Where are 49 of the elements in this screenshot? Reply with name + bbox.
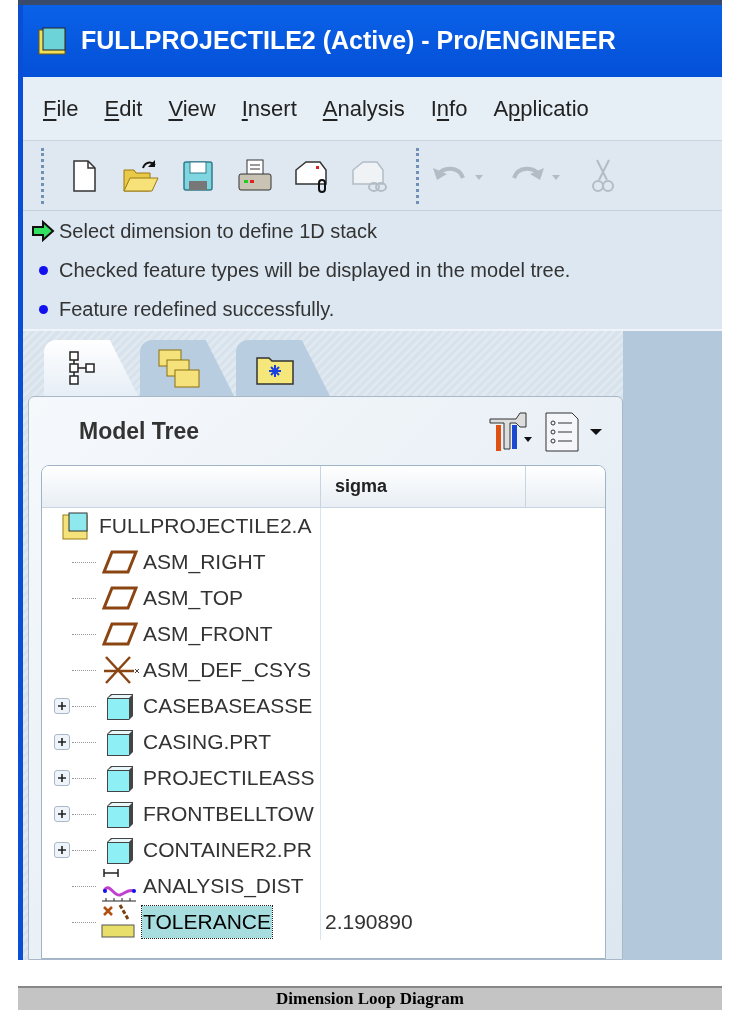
tree-item-label[interactable]: ASM_FRONT [142,618,274,650]
part-cube-icon [105,800,135,828]
part-cube-icon [105,764,135,792]
app-icon [37,26,69,56]
menu-item[interactable]: Analysis [322,92,405,125]
expand-toggle-icon[interactable] [54,842,70,858]
part-cube-icon [105,692,135,720]
menu-item[interactable]: File [43,92,79,125]
part-cube-icon [105,836,135,864]
assembly-icon [61,511,91,541]
panel-tab[interactable] [44,340,138,396]
tree-item-label[interactable]: CASING.PRT [142,726,272,758]
tree-item-label[interactable]: CONTAINER2.PR [142,834,313,866]
menu-item[interactable]: Applicatio [493,92,589,125]
datum-plane-icon [102,549,138,575]
datum-plane-icon [102,585,138,611]
folders-icon [157,346,201,390]
tree-item-label[interactable]: FULLPROJECTILE2.A [98,510,313,542]
expand-toggle-icon[interactable] [54,770,70,786]
message-text: Feature redefined successfully. [59,297,335,322]
tree-item-label[interactable]: CASEBASEASSE [142,690,314,722]
message-text: Checked feature types will be displayed in the model tree. [59,258,571,283]
menu-item[interactable]: Info [430,92,468,125]
menu-item[interactable]: Edit [104,92,143,125]
tree-structure-icon [68,350,98,386]
expand-toggle-icon[interactable] [54,734,70,750]
info-bullet-icon [38,265,48,275]
menu-item[interactable]: Insert [241,92,297,125]
window-title: FULLPROJECTILE2 (Active) - Pro/ENGINEER [81,25,616,57]
settings-tools-icon[interactable] [486,409,534,453]
caption-text: Dimension Loop Diagram [276,988,464,1011]
expand-toggle-icon[interactable] [54,698,70,714]
sigma-value: 2.190890 [325,909,413,936]
message-text: Select dimension to define 1D stack [59,219,377,244]
expand-toggle-icon[interactable] [54,806,70,822]
tree-item-label[interactable]: ASM_RIGHT [142,546,267,578]
menu-item[interactable]: View [168,92,216,125]
tree-item-label[interactable]: ASM_DEF_CSYS [142,654,313,686]
tree-item-label[interactable]: ANALYSIS_DIST [142,870,305,902]
tree-item-label[interactable]: FRONTBELLTOW [142,798,315,830]
prompt-arrow-icon [31,220,55,242]
tree-item-label[interactable]: ASM_TOP [142,582,244,614]
part-cube-icon [105,728,135,756]
panel-title: Model Tree [79,416,200,446]
datum-plane-icon [102,621,138,647]
panel-tab[interactable] [236,340,330,396]
tree-item-label[interactable]: TOLERANCE [142,906,272,938]
info-bullet-icon [38,304,48,314]
tree-item-label[interactable]: PROJECTILEASS [142,762,316,794]
